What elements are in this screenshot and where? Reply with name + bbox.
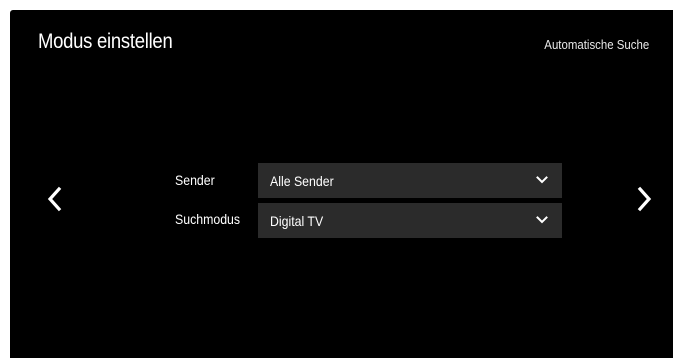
chevron-left-icon (47, 186, 62, 212)
sender-label: Sender (175, 172, 215, 188)
suchmodus-value: Digital TV (270, 213, 324, 229)
tv-screen: Modus einstellen Automatische Suche Send… (10, 10, 673, 358)
suchmodus-dropdown[interactable]: Digital TV (258, 203, 562, 238)
sender-value: Alle Sender (270, 173, 334, 189)
previous-page-button[interactable] (44, 186, 66, 212)
sender-dropdown[interactable]: Alle Sender (258, 163, 562, 198)
next-page-button[interactable] (634, 186, 656, 212)
suchmodus-label: Suchmodus (175, 211, 241, 227)
chevron-down-icon (536, 175, 548, 185)
chevron-right-icon (637, 186, 652, 212)
header-subtitle: Automatische Suche (544, 37, 649, 52)
page-title: Modus einstellen (38, 30, 173, 53)
chevron-down-icon (536, 215, 548, 225)
